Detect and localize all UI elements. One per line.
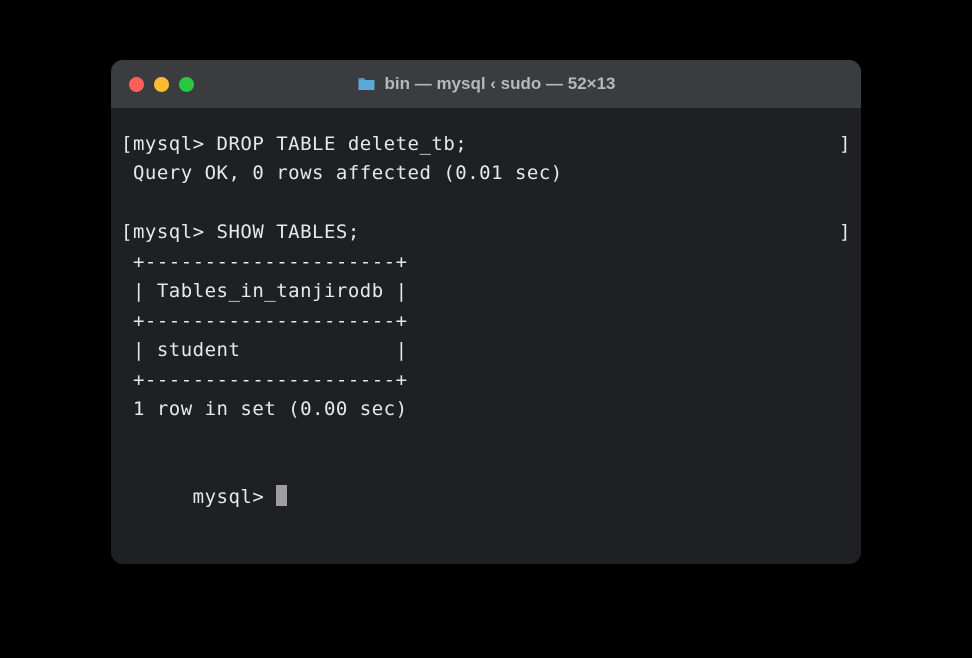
- minimize-button[interactable]: [154, 77, 169, 92]
- terminal-line: [mysql> SHOW TABLES; ]: [121, 218, 851, 247]
- bracket-right: ]: [839, 130, 851, 159]
- prompt-command: [mysql> DROP TABLE delete_tb;: [121, 130, 467, 159]
- window-title: bin — mysql ‹ sudo — 52×13: [385, 74, 616, 94]
- cursor: [276, 485, 287, 506]
- titlebar[interactable]: bin — mysql ‹ sudo — 52×13: [111, 60, 861, 108]
- table-border: +---------------------+: [121, 366, 851, 395]
- table-row: | student |: [121, 336, 851, 365]
- blank-line: [121, 189, 851, 218]
- prompt-command: [mysql> SHOW TABLES;: [121, 218, 360, 247]
- terminal-output: 1 row in set (0.00 sec): [121, 395, 851, 424]
- terminal-window: bin — mysql ‹ sudo — 52×13 [mysql> DROP …: [111, 60, 861, 564]
- terminal-line: [mysql> DROP TABLE delete_tb; ]: [121, 130, 851, 159]
- table-border: +---------------------+: [121, 248, 851, 277]
- prompt-line: mysql>: [121, 454, 851, 542]
- close-button[interactable]: [129, 77, 144, 92]
- table-header: | Tables_in_tanjirodb |: [121, 277, 851, 306]
- terminal-body[interactable]: [mysql> DROP TABLE delete_tb; ] Query OK…: [111, 108, 861, 564]
- prompt: mysql>: [193, 486, 277, 508]
- blank-line: [121, 424, 851, 453]
- table-border: +---------------------+: [121, 307, 851, 336]
- folder-icon: [357, 76, 377, 92]
- maximize-button[interactable]: [179, 77, 194, 92]
- terminal-output: Query OK, 0 rows affected (0.01 sec): [121, 159, 851, 188]
- bracket-right: ]: [839, 218, 851, 247]
- traffic-lights: [129, 77, 194, 92]
- title-content: bin — mysql ‹ sudo — 52×13: [357, 74, 616, 94]
